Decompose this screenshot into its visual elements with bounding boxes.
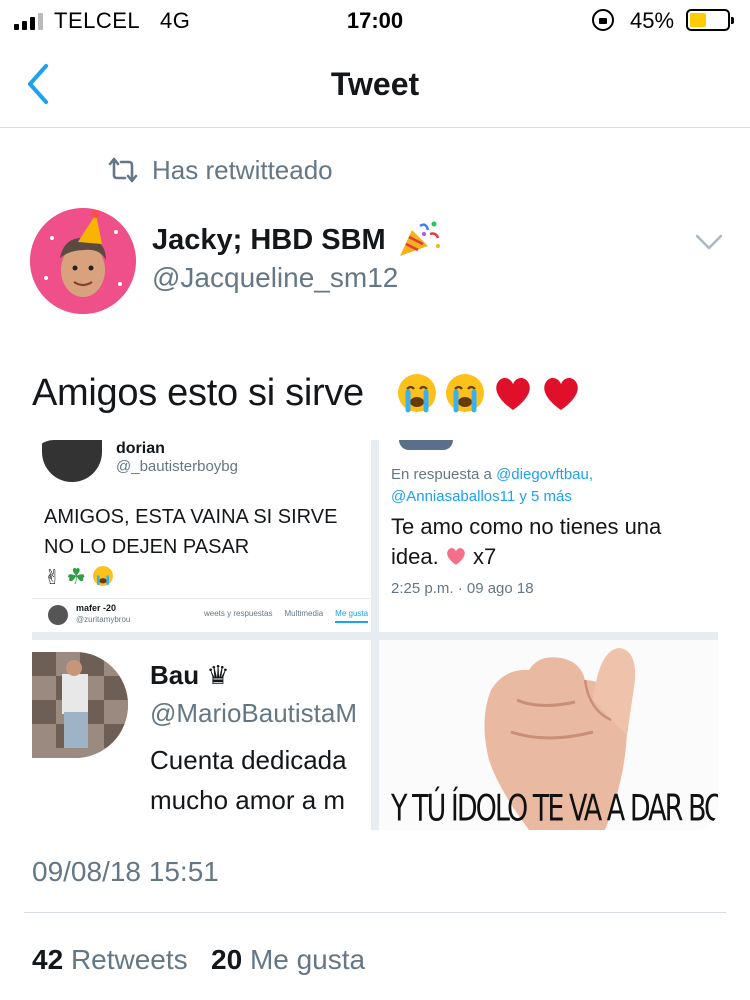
heart-icon bbox=[447, 548, 465, 565]
screenshot-reply-context: En respuesta a @diegovftbau, @Anniasabal… bbox=[391, 466, 594, 505]
screenshot-tab: Multimedia bbox=[284, 609, 324, 618]
screenshot-user-name: Bau ♛ bbox=[150, 660, 230, 690]
screenshot-user-handle: @_bautisterboybg bbox=[116, 458, 238, 475]
crown-icon: ♛ bbox=[206, 660, 230, 690]
media-image-4[interactable]: Y TÚ ÍDOLO TE VA A DAR BOLA bbox=[379, 640, 718, 830]
nav-bar: Tweet bbox=[0, 40, 750, 128]
tweet-emojis bbox=[396, 372, 582, 414]
media-image-2[interactable]: En respuesta a @diegovftbau, @Anniasabal… bbox=[379, 440, 718, 632]
loudly-crying-face-icon bbox=[396, 372, 438, 414]
orientation-lock-icon bbox=[592, 9, 614, 31]
fingers-crossed-icon: ✌ bbox=[44, 567, 61, 589]
chevron-down-icon[interactable] bbox=[694, 230, 724, 254]
tweet-text: Amigos esto si sirve bbox=[32, 372, 364, 414]
media-grid: dorian @_bautisterboybg AMIGOS, ESTA VAI… bbox=[32, 440, 718, 830]
screenshot-tab-active: Me gusta bbox=[335, 609, 369, 623]
screenshot-profile-strip: mafer -20 @zuritamybrou weets y respuest… bbox=[32, 598, 371, 632]
battery-percent: 45% bbox=[630, 8, 675, 33]
screenshot-timestamp: 2:25 p.m. · 09 ago 18 bbox=[391, 580, 534, 597]
screenshot-mini-handle: @zuritamybrou bbox=[76, 615, 131, 624]
screenshot-tabs: weets y respuestas Multimedia Me gusta bbox=[204, 609, 369, 623]
likes-stat[interactable]: 20 Me gusta bbox=[211, 944, 365, 975]
author-display-name[interactable]: Jacky; HBD SBM bbox=[152, 224, 386, 257]
avatar-image bbox=[30, 208, 136, 314]
retweets-stat[interactable]: 42 Retweets bbox=[32, 944, 188, 975]
status-bar: TELCEL 4G 17:00 45% bbox=[0, 0, 750, 40]
page-title: Tweet bbox=[330, 66, 420, 102]
screenshot-tab: weets y respuestas bbox=[204, 609, 273, 618]
avatar bbox=[42, 440, 102, 482]
retweet-context: Has retwitteado bbox=[108, 154, 333, 186]
avatar bbox=[48, 605, 68, 625]
screenshot-mini-name: mafer -20 bbox=[76, 603, 117, 613]
meme-caption: Y TÚ ÍDOLO TE VA A DAR BOLA bbox=[391, 788, 718, 830]
retweet-icon bbox=[108, 157, 138, 183]
screenshot-bio: Cuenta dedicada mucho amor a m bbox=[150, 745, 347, 815]
avatar bbox=[32, 652, 128, 758]
tweet-stats: 42 Retweets 20 Me gusta bbox=[32, 944, 365, 976]
red-heart-icon bbox=[492, 372, 534, 414]
battery-icon bbox=[686, 9, 734, 31]
retweet-label: Has retwitteado bbox=[152, 154, 333, 185]
screenshot-tweet-text: AMIGOS, ESTA VAINA SI SIRVE NO LO DEJEN … bbox=[44, 506, 338, 589]
media-image-3[interactable]: Bau ♛ @MarioBautistaM Cuenta dedicada mu… bbox=[32, 640, 371, 830]
avatar bbox=[399, 440, 453, 450]
tweet-timestamp: 09/08/18 15:51 bbox=[32, 856, 219, 887]
screenshot-user-handle: @MarioBautistaM bbox=[150, 698, 358, 728]
divider bbox=[24, 912, 726, 913]
four-leaf-clover-icon: ☘ bbox=[66, 564, 87, 589]
loudly-crying-face-icon bbox=[444, 372, 486, 414]
party-popper-icon bbox=[400, 221, 440, 256]
loudly-crying-face-icon bbox=[92, 566, 113, 586]
author-avatar[interactable] bbox=[30, 208, 136, 314]
red-heart-icon bbox=[540, 372, 582, 414]
author-handle[interactable]: @Jacqueline_sm12 bbox=[152, 262, 398, 294]
media-image-1[interactable]: dorian @_bautisterboybg AMIGOS, ESTA VAI… bbox=[32, 440, 371, 632]
screenshot-user-name: dorian bbox=[116, 440, 165, 457]
screenshot-tweet-text: Te amo como no tienes una idea. x7 bbox=[391, 514, 662, 569]
